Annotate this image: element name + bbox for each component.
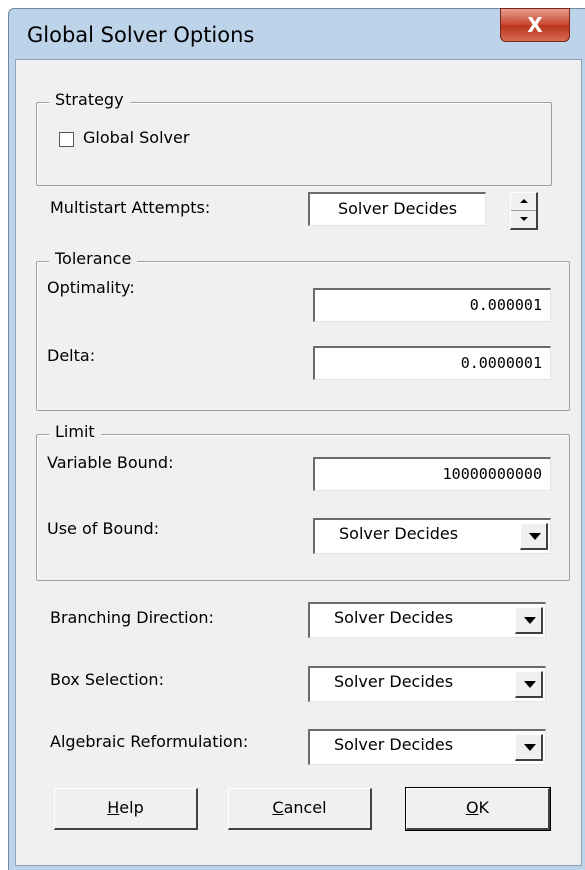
strategy-group: Strategy Global Solver <box>36 90 552 186</box>
global-solver-checkbox[interactable] <box>59 132 74 147</box>
chevron-down-icon[interactable] <box>515 607 543 634</box>
box-selection-label: Box Selection: <box>50 670 164 689</box>
cancel-button-label: ancel <box>283 798 327 817</box>
chevron-down-icon[interactable] <box>520 523 548 550</box>
box-selection-dropdown[interactable]: Solver Decides <box>308 666 546 702</box>
cancel-button[interactable]: Cancel <box>228 788 372 830</box>
tolerance-legend: Tolerance <box>49 249 138 268</box>
tolerance-group: Tolerance Optimality: 0.000001 Delta: 0.… <box>36 249 570 411</box>
delta-label: Delta: <box>47 346 96 365</box>
close-button[interactable]: X <box>500 8 570 42</box>
use-of-bound-dropdown[interactable]: Solver Decides <box>313 518 551 554</box>
dialog-client-area: Strategy Global Solver Multistart Attemp… <box>15 59 582 866</box>
multistart-attempts-label: Multistart Attempts: <box>50 198 211 217</box>
help-button[interactable]: Help <box>54 788 198 830</box>
use-of-bound-label: Use of Bound: <box>47 519 160 538</box>
algebraic-reformulation-label: Algebraic Reformulation: <box>50 732 249 751</box>
ok-button-label: K <box>478 798 490 817</box>
help-button-mnemonic: H <box>107 798 120 817</box>
cancel-button-mnemonic: C <box>272 798 284 817</box>
limit-legend: Limit <box>49 422 101 441</box>
optimality-field[interactable]: 0.000001 <box>313 288 551 322</box>
delta-field[interactable]: 0.0000001 <box>313 346 551 380</box>
ok-button-mnemonic: O <box>465 798 479 817</box>
chevron-down-icon[interactable] <box>515 734 543 761</box>
global-solver-label: Global Solver <box>83 128 190 147</box>
spin-down-icon[interactable] <box>511 211 536 229</box>
help-button-label: elp <box>119 798 144 817</box>
variable-bound-field[interactable]: 10000000000 <box>313 457 551 491</box>
branching-direction-value: Solver Decides <box>334 608 454 627</box>
window-title: Global Solver Options <box>27 23 255 47</box>
dialog-window: Global Solver Options X Strategy Global … <box>8 8 585 870</box>
use-of-bound-value: Solver Decides <box>339 524 459 543</box>
algebraic-reformulation-value: Solver Decides <box>334 735 454 754</box>
box-selection-value: Solver Decides <box>334 672 454 691</box>
ok-button[interactable]: OK <box>405 787 551 831</box>
multistart-attempts-spinner[interactable] <box>510 192 538 230</box>
multistart-attempts-field[interactable]: Solver Decides <box>308 192 486 226</box>
title-bar[interactable]: Global Solver Options X <box>9 8 585 59</box>
strategy-legend: Strategy <box>49 90 130 109</box>
branching-direction-label: Branching Direction: <box>50 608 214 627</box>
optimality-label: Optimality: <box>47 278 135 297</box>
algebraic-reformulation-dropdown[interactable]: Solver Decides <box>308 729 546 765</box>
branching-direction-dropdown[interactable]: Solver Decides <box>308 602 546 638</box>
spin-up-icon[interactable] <box>511 193 536 211</box>
variable-bound-label: Variable Bound: <box>47 453 174 472</box>
chevron-down-icon[interactable] <box>515 671 543 698</box>
limit-group: Limit Variable Bound: 10000000000 Use of… <box>36 422 570 581</box>
close-icon: X <box>527 13 543 37</box>
